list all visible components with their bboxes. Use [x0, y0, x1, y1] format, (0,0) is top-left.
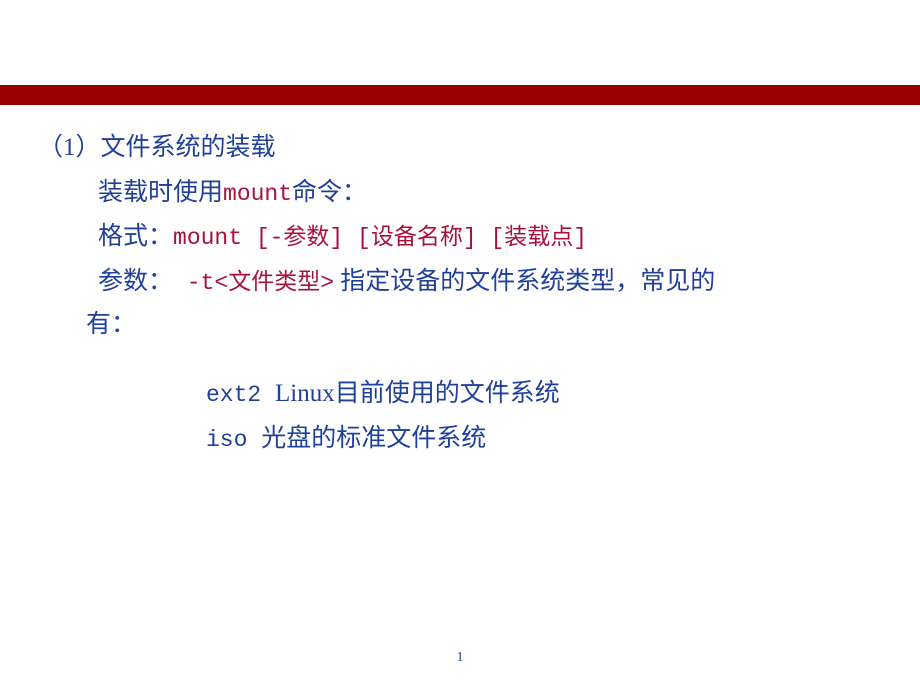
format-label: 格式：	[98, 223, 174, 250]
page-title: 实验一 Linux使用基础	[289, 30, 631, 67]
mount-command-prefix: 装载时使用	[98, 179, 224, 206]
param-line: 参数： -t<文件类型> 指定设备的文件系统类型，常见的	[98, 268, 715, 296]
mount-command-name: mount	[223, 181, 293, 207]
param-wrap-line: 有：	[86, 311, 137, 338]
mount-command-suffix: 命令：	[292, 179, 368, 206]
filesystem-description: Linux目前使用的文件系统	[275, 380, 560, 407]
page-number: 1	[456, 650, 464, 665]
format-line: 格式：mount [-参数] [设备名称] [装载点]	[98, 223, 587, 251]
filesystem-row-iso: iso 光盘的标准文件系统	[206, 425, 486, 453]
param-description: 指定设备的文件系统类型，常见的	[334, 268, 716, 295]
param-label: 参数：	[98, 268, 174, 295]
filesystem-name: iso	[206, 427, 248, 453]
header-red-rule	[0, 85, 920, 105]
mount-command-line: 装载时使用mount命令：	[98, 179, 367, 207]
filesystem-row-ext2: ext2 Linux目前使用的文件系统	[206, 380, 560, 408]
param-option: -t<文件类型>	[173, 270, 335, 296]
filesystem-gap	[261, 382, 275, 408]
filesystem-name: ext2	[206, 382, 262, 408]
filesystem-description: 光盘的标准文件系统	[261, 425, 487, 452]
content-heading: （1）文件系统的装载	[38, 134, 276, 161]
slide-content: （1）文件系统的装载 装载时使用mount命令： 格式：mount [-参数] …	[0, 105, 920, 650]
slide-header-banner: 实验一 Linux使用基础	[0, 0, 920, 85]
format-value: mount [-参数] [设备名称] [装载点]	[173, 225, 588, 251]
filesystem-gap	[247, 427, 261, 453]
